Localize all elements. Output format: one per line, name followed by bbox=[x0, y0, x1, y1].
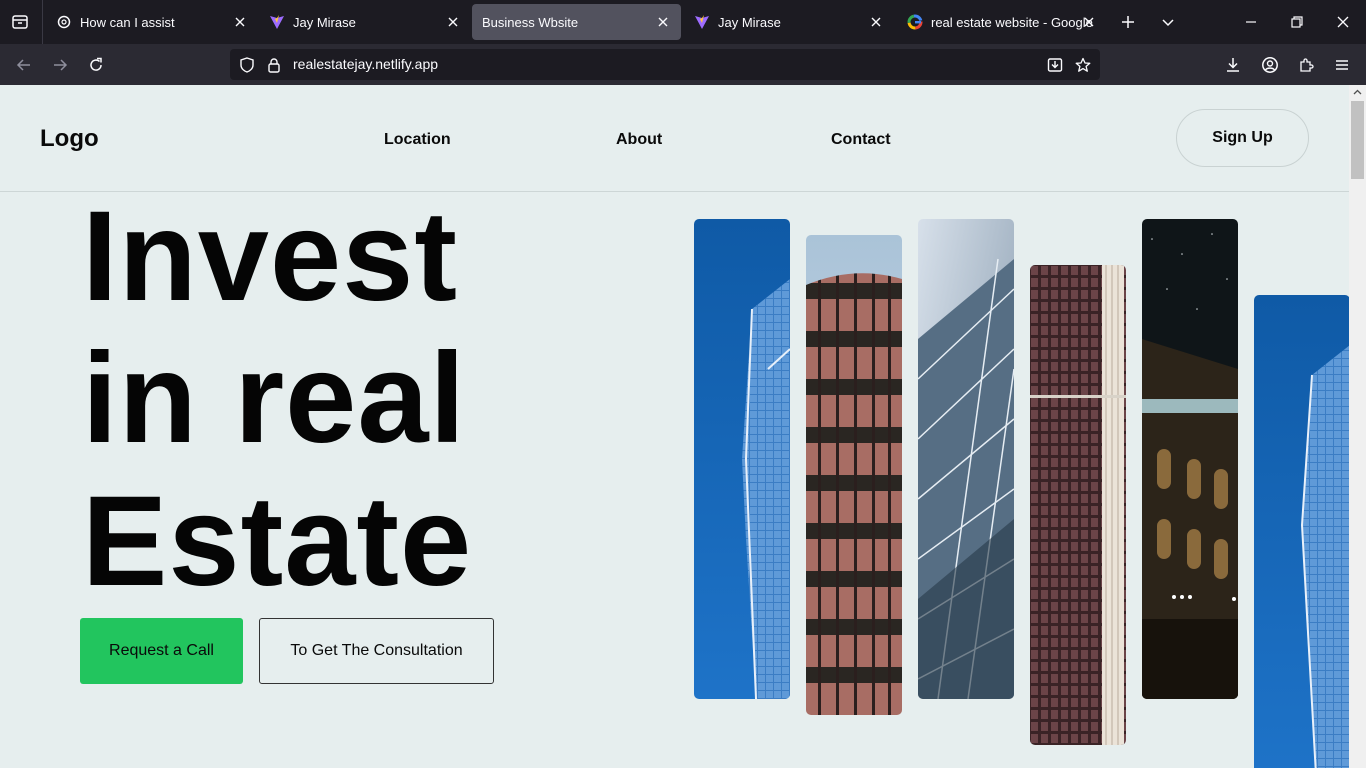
reload-icon[interactable] bbox=[83, 52, 109, 78]
site-logo[interactable]: Logo bbox=[40, 125, 99, 153]
request-call-button[interactable]: Request a Call bbox=[80, 618, 243, 684]
building-photo-1 bbox=[694, 219, 790, 699]
tab-manager-icon[interactable] bbox=[8, 10, 32, 34]
save-page-icon[interactable] bbox=[1045, 55, 1065, 75]
tab-4[interactable]: Jay Mirase bbox=[684, 4, 894, 40]
restore-icon[interactable] bbox=[1285, 10, 1309, 34]
nav-link-contact[interactable]: Contact bbox=[831, 131, 891, 149]
close-icon[interactable] bbox=[1081, 14, 1097, 30]
new-tab-icon[interactable] bbox=[1116, 10, 1140, 34]
close-icon[interactable] bbox=[445, 14, 461, 30]
hero-heading-line-2: in real bbox=[82, 327, 467, 470]
tab-5[interactable]: real estate website - Google S bbox=[897, 4, 1107, 40]
address-bar[interactable]: realestatejay.netlify.app bbox=[230, 49, 1100, 80]
scrollbar-thumb[interactable] bbox=[1351, 101, 1364, 179]
close-icon[interactable] bbox=[868, 14, 884, 30]
google-icon bbox=[907, 14, 923, 30]
navigation-toolbar: realestatejay.netlify.app bbox=[0, 44, 1366, 85]
sign-up-button[interactable]: Sign Up bbox=[1176, 109, 1309, 167]
menu-icon[interactable] bbox=[1329, 52, 1355, 78]
scroll-up-icon[interactable] bbox=[1353, 88, 1362, 97]
close-icon[interactable] bbox=[232, 14, 248, 30]
url-text: realestatejay.netlify.app bbox=[293, 56, 439, 72]
tab-title: Jay Mirase bbox=[293, 14, 356, 30]
tab-bar: How can I assist Jay Mirase Business Wbs… bbox=[0, 0, 1366, 44]
extensions-icon[interactable] bbox=[1293, 52, 1319, 78]
building-photo-3 bbox=[918, 219, 1014, 699]
tab-3[interactable]: Business Wbsite bbox=[472, 4, 681, 40]
close-window-icon[interactable] bbox=[1331, 10, 1355, 34]
back-icon[interactable] bbox=[11, 52, 37, 78]
page-scrollbar[interactable] bbox=[1349, 85, 1366, 768]
tab-title: real estate website - Google S bbox=[931, 14, 1097, 30]
openai-icon bbox=[56, 14, 72, 30]
bookmark-star-icon[interactable] bbox=[1073, 55, 1093, 75]
vite-icon bbox=[694, 14, 710, 30]
vite-icon bbox=[269, 14, 285, 30]
tab-1[interactable]: How can I assist bbox=[46, 4, 258, 40]
lock-icon[interactable] bbox=[264, 55, 284, 75]
building-photo-4 bbox=[1030, 265, 1126, 745]
chevron-down-icon[interactable] bbox=[1156, 10, 1180, 34]
site-header: Logo Location About Contact Sign Up bbox=[0, 85, 1349, 192]
tab-title: How can I assist bbox=[80, 14, 175, 30]
consultation-button[interactable]: To Get The Consultation bbox=[259, 618, 494, 684]
tab-2[interactable]: Jay Mirase bbox=[259, 4, 471, 40]
close-icon[interactable] bbox=[655, 14, 671, 30]
building-photo-5 bbox=[1142, 219, 1238, 699]
tab-title: Business Wbsite bbox=[482, 14, 579, 30]
minimize-icon[interactable] bbox=[1239, 10, 1263, 34]
forward-icon[interactable] bbox=[47, 52, 73, 78]
hero-heading-line-3: Estate bbox=[82, 470, 473, 613]
downloads-icon[interactable] bbox=[1220, 52, 1246, 78]
tab-separator bbox=[42, 0, 43, 44]
building-photo-2 bbox=[806, 235, 902, 715]
nav-link-location[interactable]: Location bbox=[384, 131, 451, 149]
account-icon[interactable] bbox=[1257, 52, 1283, 78]
shield-icon[interactable] bbox=[237, 55, 257, 75]
hero-heading-line-1: Invest bbox=[82, 185, 458, 328]
page-viewport: Logo Location About Contact Sign Up Inve… bbox=[0, 85, 1366, 768]
tab-title: Jay Mirase bbox=[718, 14, 781, 30]
building-photo-6 bbox=[1254, 295, 1350, 768]
nav-link-about[interactable]: About bbox=[616, 131, 662, 149]
